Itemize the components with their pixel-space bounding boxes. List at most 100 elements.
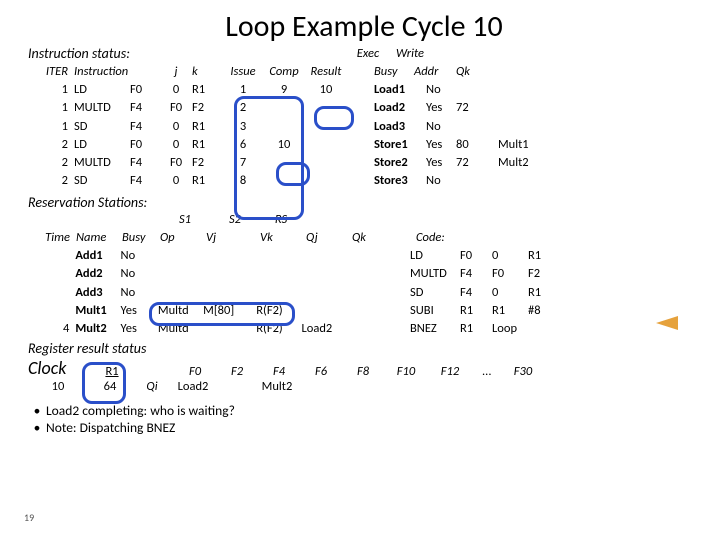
code-c: #8: [528, 302, 564, 320]
rs-vk: R(F2): [256, 302, 301, 320]
bullet-2: Note: Dispatching BNEZ: [46, 419, 175, 436]
hdr-instr: Instruction: [74, 63, 160, 81]
reg-val: Mult2: [256, 379, 298, 394]
rs-vj: M[80]: [203, 302, 256, 320]
code-op: SUBI: [410, 302, 460, 320]
hdr-rs: RS: [258, 211, 304, 229]
unit-addr: 72: [456, 99, 498, 117]
instr-heading: Instruction status:: [28, 45, 244, 62]
instr-j: F0: [160, 154, 192, 172]
code-c: R1: [528, 247, 564, 265]
unit-busy: Yes: [426, 154, 456, 172]
instr-iter: 2: [28, 154, 74, 172]
r1-label: R1: [90, 364, 134, 379]
hdr-exec: Exec: [348, 45, 388, 63]
rs-name: Mult1: [75, 302, 120, 320]
instr-issue: 3: [222, 118, 264, 136]
reg-col: F0: [174, 364, 216, 379]
code-op: BNEZ: [410, 320, 460, 338]
unit-name: Store1: [374, 136, 426, 154]
rs-op: Multd: [158, 302, 203, 320]
instr-write: 10: [304, 81, 348, 99]
unit-busy: No: [426, 172, 456, 190]
unit-busy: No: [426, 81, 456, 99]
hdr-vk: Vk: [260, 229, 306, 247]
code-a: R1: [460, 320, 492, 338]
instr-iter: 1: [28, 81, 74, 99]
instr-j: 0: [160, 136, 192, 154]
hdr-s1: S1: [158, 211, 212, 229]
instr-k: R1: [192, 136, 222, 154]
hdr-iter: ITER: [28, 63, 74, 81]
hdr-comp: Comp: [264, 63, 304, 81]
hdr-write: Write: [388, 45, 432, 63]
code-c: F2: [528, 265, 564, 283]
instr-rd: F0: [130, 81, 160, 99]
hdr-busy: Busy: [374, 63, 414, 81]
code-b: F0: [492, 265, 528, 283]
code-a: F0: [460, 247, 492, 265]
hdr-rs-busy: Busy: [122, 229, 160, 247]
hdr-result: Result: [304, 63, 348, 81]
code-a: F4: [460, 284, 492, 302]
instr-rd: F4: [130, 118, 160, 136]
code-op: LD: [410, 247, 460, 265]
qi-label: Qi: [132, 379, 172, 394]
reg-col: F8: [342, 364, 384, 379]
hdr-name: Name: [76, 229, 122, 247]
reg-val: Load2: [172, 379, 214, 394]
arrow-icon: [656, 316, 678, 330]
instr-op: MULTD: [74, 154, 130, 172]
code-b: 0: [492, 247, 528, 265]
unit-busy: Yes: [426, 136, 456, 154]
reg-heading: Register result status: [28, 340, 700, 357]
code-a: F4: [460, 265, 492, 283]
instr-rd: F4: [130, 154, 160, 172]
instr-exec: 10: [264, 136, 304, 154]
hdr-k: k: [192, 63, 222, 81]
rs-busy: No: [121, 265, 158, 283]
instr-issue: 1: [222, 81, 264, 99]
hdr-j: j: [160, 63, 192, 81]
instr-rd: F4: [130, 172, 160, 190]
rs-name: Mult2: [75, 320, 120, 338]
rs-name: Add1: [75, 247, 120, 265]
unit-addr: 72: [456, 154, 498, 172]
instr-iter: 1: [28, 118, 74, 136]
hdr-code: Code:: [416, 229, 466, 247]
hdr-s2: S2: [212, 211, 258, 229]
instr-op: LD: [74, 136, 130, 154]
reg-col: F10: [384, 364, 428, 379]
code-op: MULTD: [410, 265, 460, 283]
bullet-1: Load2 completing: who is waiting?: [46, 402, 235, 419]
rs-name: Add2: [75, 265, 120, 283]
slide-number: 19: [24, 511, 34, 524]
unit-qk: Mult1: [498, 136, 546, 154]
unit-name: Load3: [374, 118, 426, 136]
code-a: R1: [460, 302, 492, 320]
instr-rd: F4: [130, 99, 160, 117]
unit-name: Load2: [374, 99, 426, 117]
unit-name: Store3: [374, 172, 426, 190]
unit-name: Store2: [374, 154, 426, 172]
instr-iter: 1: [28, 99, 74, 117]
instr-op: LD: [74, 81, 130, 99]
code-b: Loop: [492, 320, 528, 338]
instr-k: F2: [192, 154, 222, 172]
instr-j: 0: [160, 118, 192, 136]
instr-j: F0: [160, 99, 192, 117]
code-c: R1: [528, 284, 564, 302]
rs-op: Multd: [158, 320, 203, 338]
instr-k: R1: [192, 118, 222, 136]
reg-col: F4: [258, 364, 300, 379]
bullet-icon: •: [28, 419, 46, 436]
rs-vk: R(F2): [256, 320, 301, 338]
instr-issue: 2: [222, 99, 264, 117]
bullet-icon: •: [28, 402, 46, 419]
rs-name: Add3: [75, 284, 120, 302]
code-op: SD: [410, 284, 460, 302]
r1-value: 64: [88, 379, 132, 394]
rs-qj: Load2: [302, 320, 347, 338]
rs-time: 4: [28, 320, 75, 338]
instr-issue: 6: [222, 136, 264, 154]
